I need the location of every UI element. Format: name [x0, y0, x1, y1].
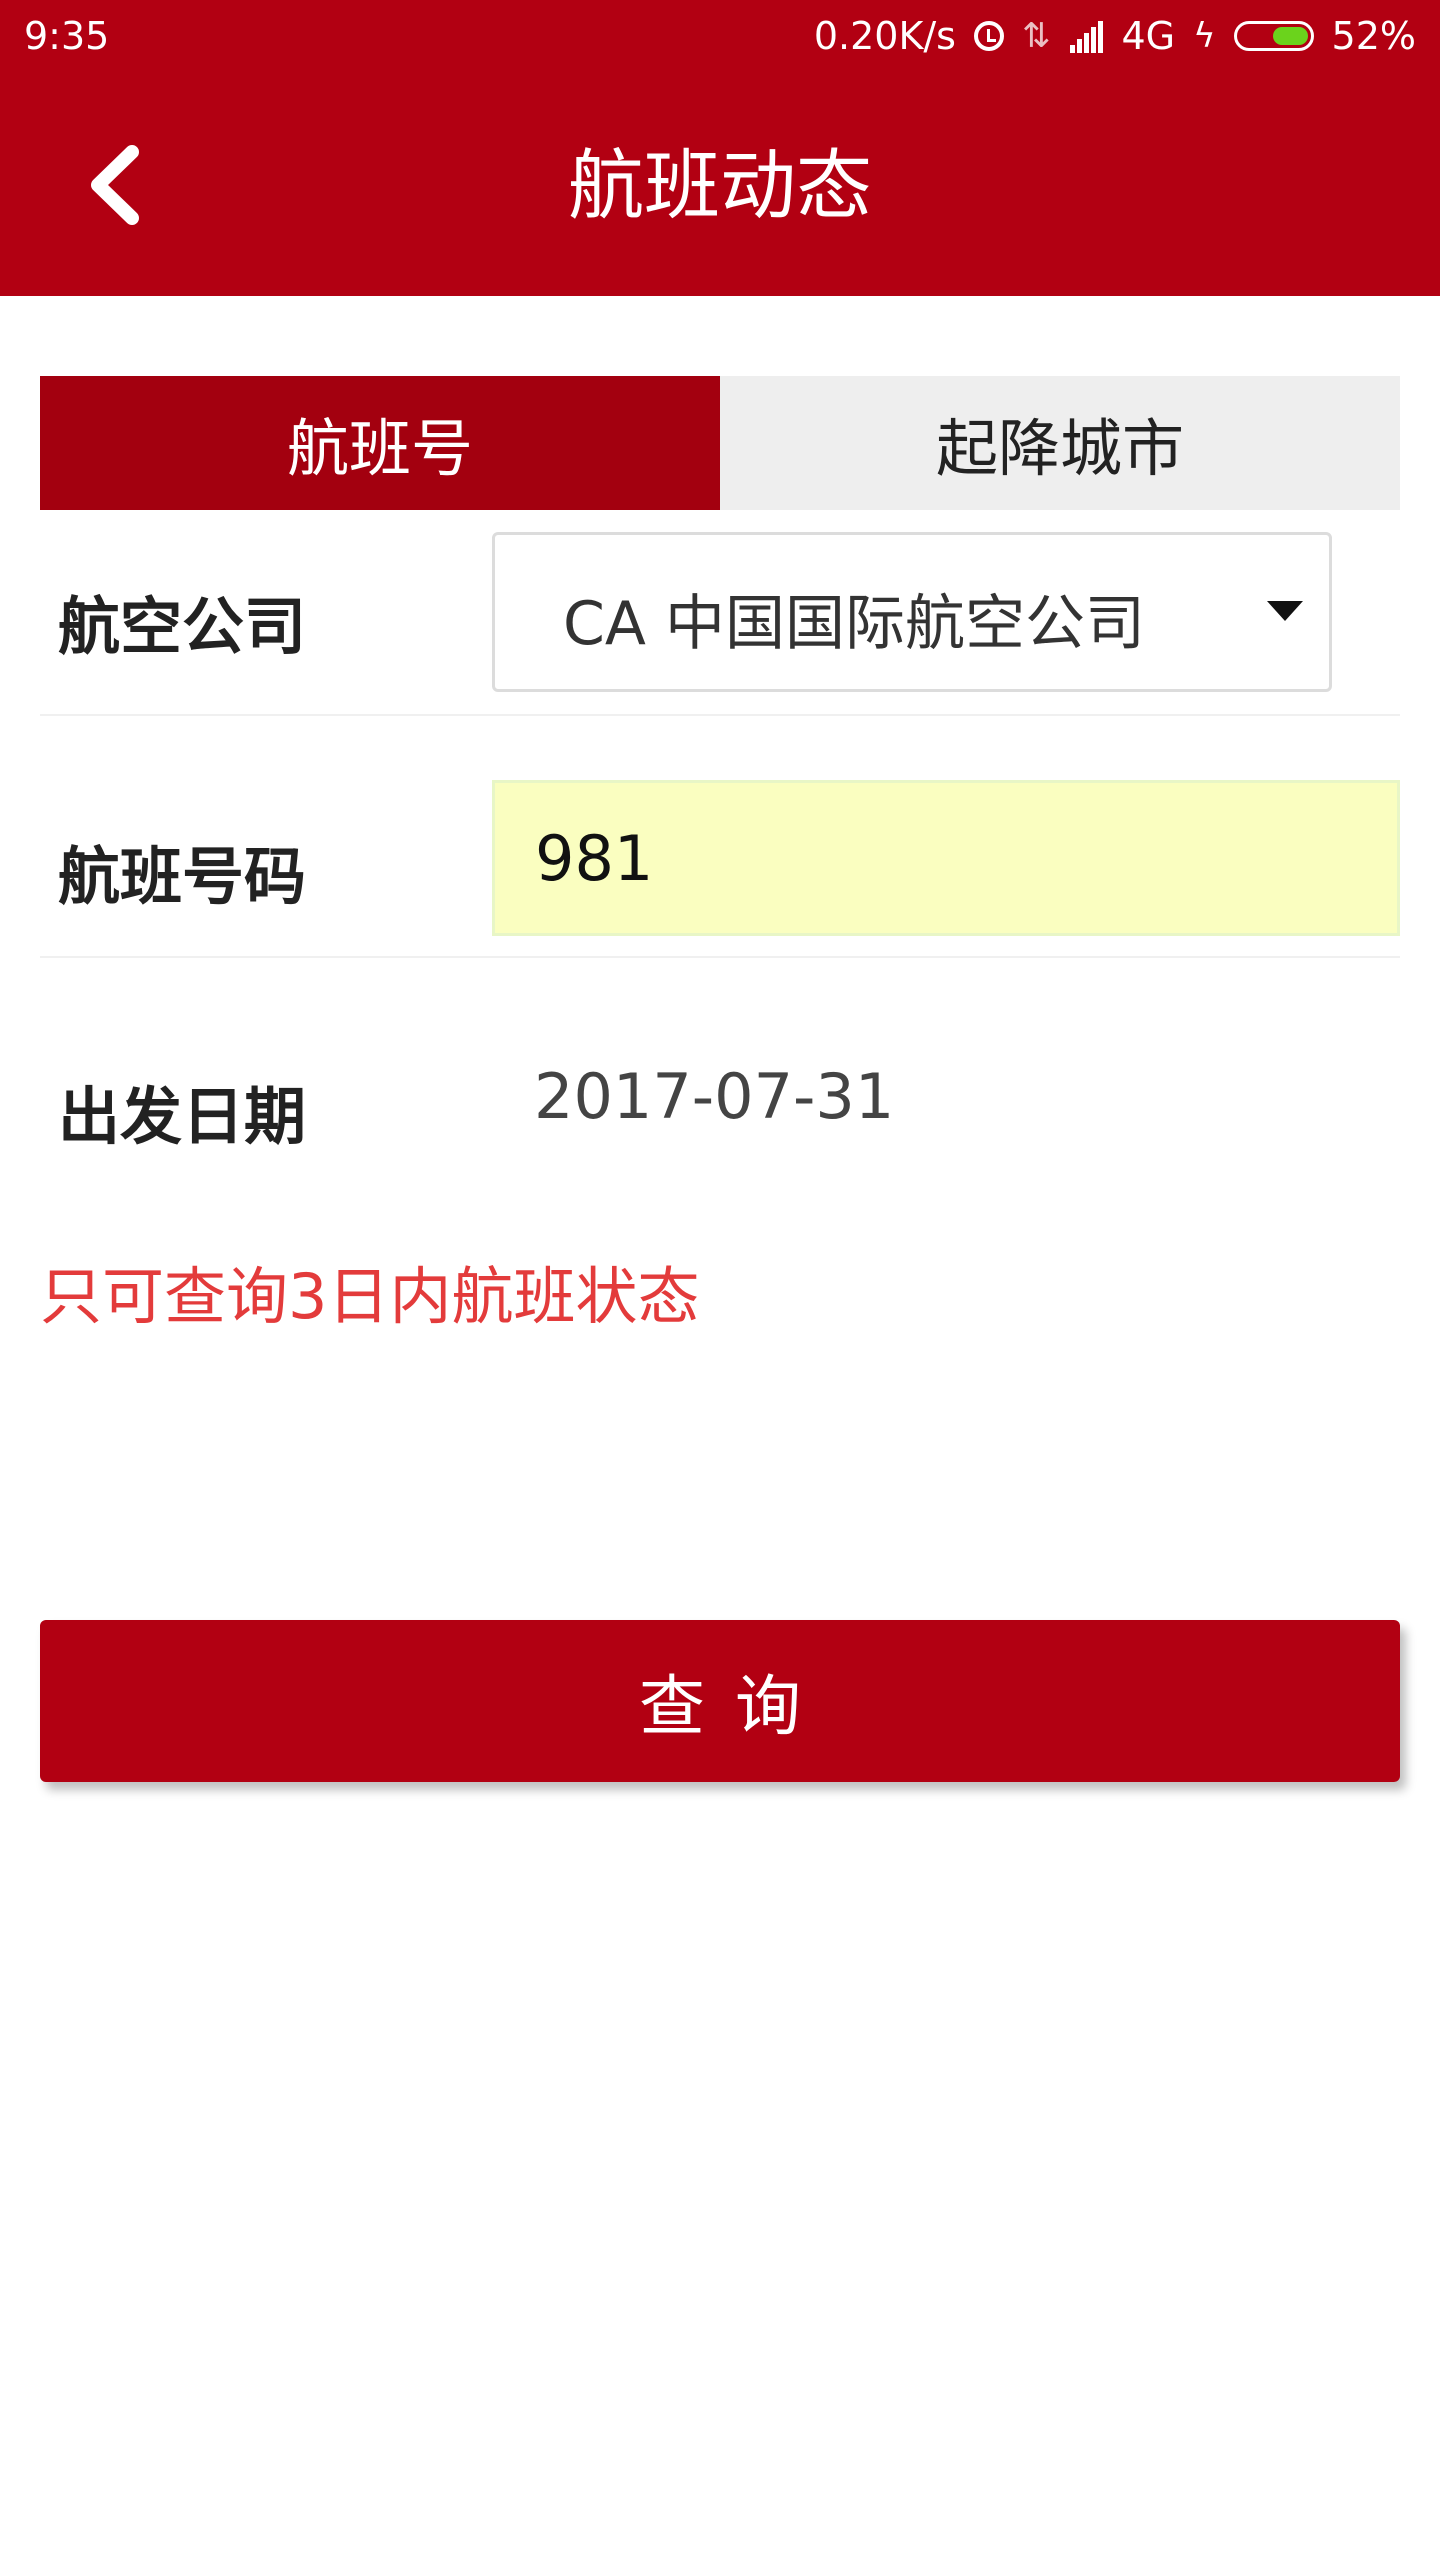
departure-date-row: 出发日期 2017-07-31 — [40, 958, 1400, 1178]
battery-level-fill — [1272, 27, 1308, 45]
battery-icon — [1233, 21, 1314, 51]
status-time: 9:35 — [24, 14, 110, 58]
query-button[interactable]: 查询 — [40, 1620, 1400, 1782]
app-bar: 航班动态 — [0, 74, 1440, 296]
departure-date-value[interactable]: 2017-07-31 — [534, 1060, 894, 1133]
search-mode-tabs: 航班号 起降城市 — [40, 376, 1400, 510]
tab-departure-arrival-city[interactable]: 起降城市 — [720, 376, 1400, 510]
network-type: 4G — [1121, 14, 1176, 58]
airline-selected-value: CA 中国国际航空公司 — [563, 589, 1146, 659]
flight-number-input[interactable] — [492, 780, 1400, 936]
page-title: 航班动态 — [568, 141, 872, 230]
status-indicators: 0.20K/s ⇅ 4G ϟ 52% — [796, 14, 1416, 58]
airline-label: 航空公司 — [58, 590, 307, 663]
alarm-icon — [973, 21, 1004, 51]
query-limit-notice: 只可查询3日内航班状态 — [40, 1260, 700, 1333]
departure-date-label: 出发日期 — [58, 1080, 307, 1153]
battery-percent: 52% — [1331, 14, 1416, 58]
signal-strength-icon — [1068, 19, 1104, 53]
airline-row: 航空公司 CA 中国国际航空公司 — [40, 510, 1400, 716]
tab-flight-number[interactable]: 航班号 — [40, 376, 720, 510]
net-speed: 0.20K/s — [813, 14, 956, 58]
flight-number-row: 航班号码 — [40, 716, 1400, 958]
charging-bolt-icon: ϟ — [1193, 16, 1216, 56]
airline-select[interactable]: CA 中国国际航空公司 — [492, 532, 1332, 692]
status-bar: 9:35 0.20K/s ⇅ 4G ϟ 52% — [0, 0, 1440, 74]
data-transfer-icon: ⇅ — [1021, 16, 1051, 56]
dropdown-arrow-icon — [1267, 601, 1303, 621]
flight-number-label: 航班号码 — [58, 840, 307, 913]
